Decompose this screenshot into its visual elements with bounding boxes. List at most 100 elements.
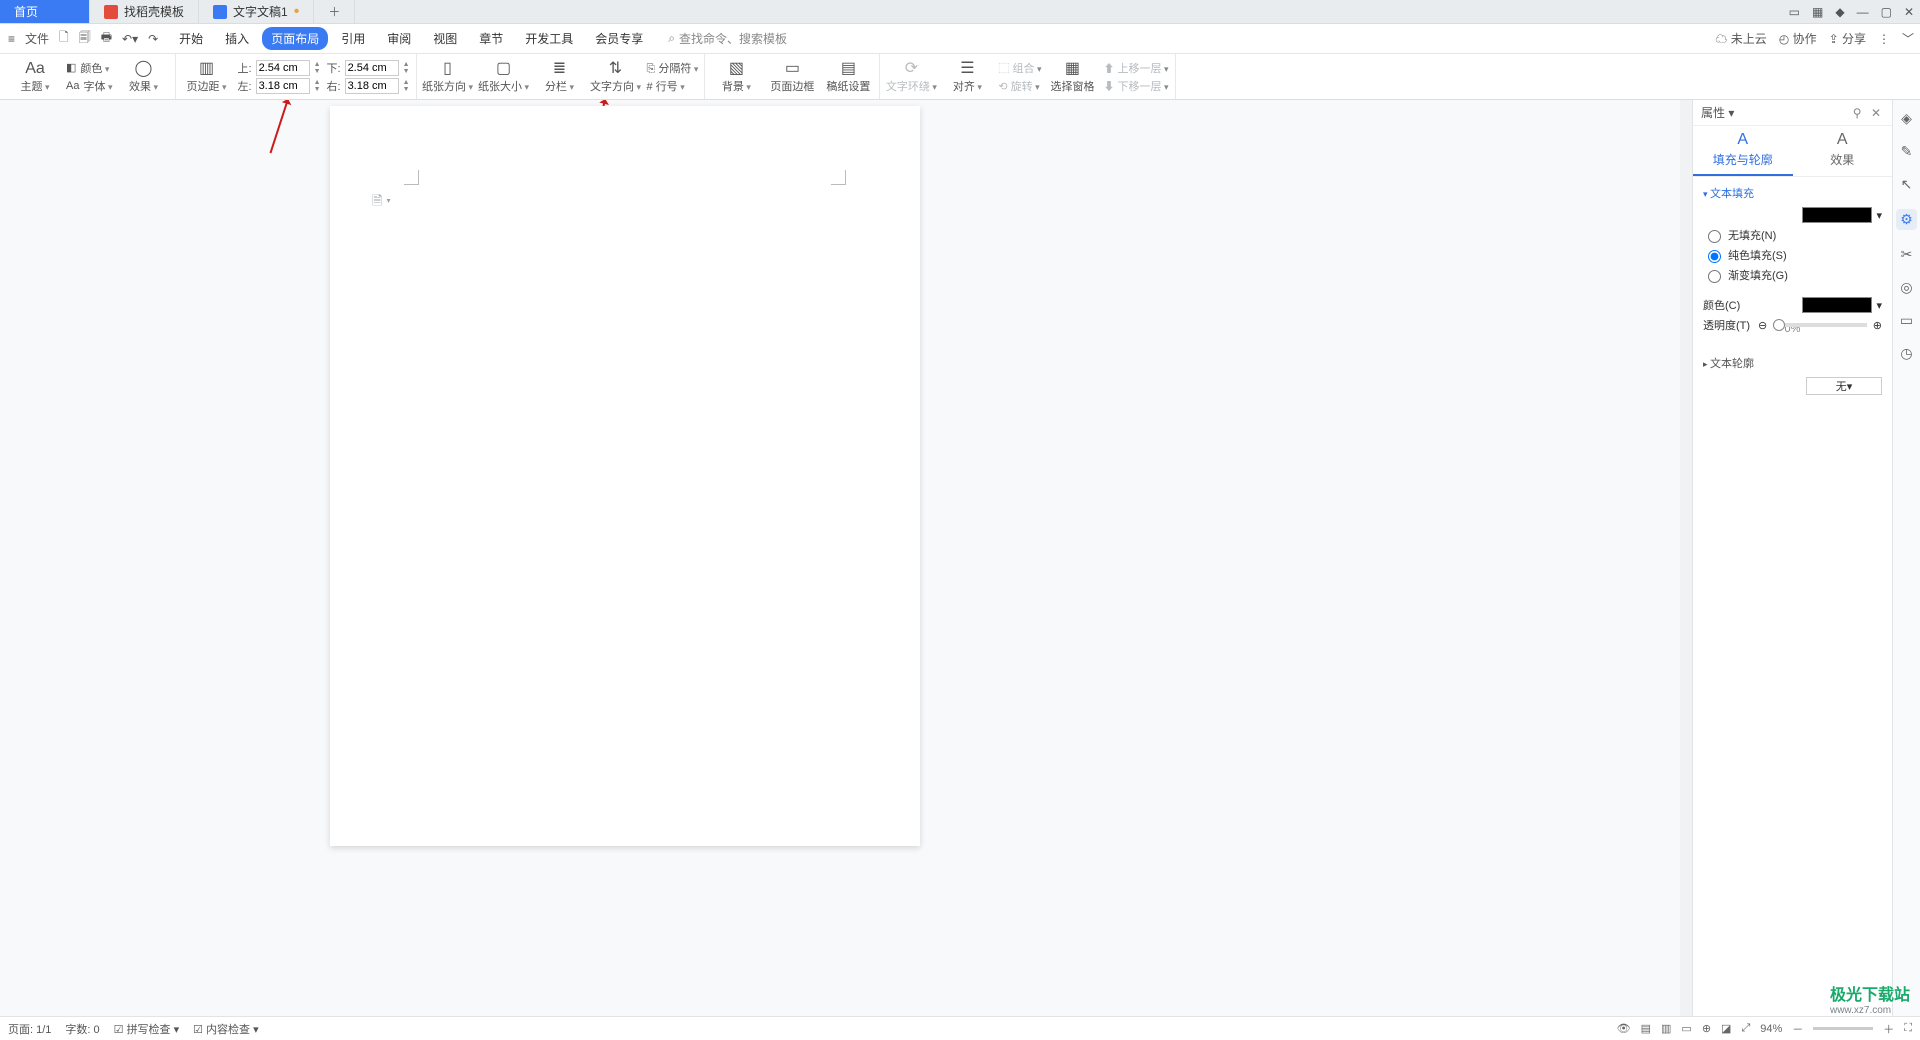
margin-right-input[interactable]: [345, 78, 399, 94]
status-page[interactable]: 页面: 1/1: [8, 1021, 51, 1037]
menu-view[interactable]: 视图: [424, 27, 466, 50]
panel-close-icon[interactable]: ✕: [1868, 106, 1884, 120]
zoom-value[interactable]: 94%: [1760, 1023, 1782, 1035]
outline-select[interactable]: 无 ▾: [1806, 377, 1882, 395]
tab-add[interactable]: ＋: [314, 0, 355, 23]
zoom-slider[interactable]: [1813, 1027, 1873, 1030]
status-words[interactable]: 字数: 0: [65, 1021, 99, 1037]
rail-clip-icon[interactable]: ✂: [1901, 246, 1913, 263]
page-border-button[interactable]: ▭页面边框: [767, 60, 817, 94]
fill-none-radio[interactable]: 无填充(N): [1703, 227, 1776, 243]
layout-icon[interactable]: ▭: [1789, 5, 1800, 19]
columns-button[interactable]: ≣分栏: [535, 60, 585, 94]
window-close[interactable]: ✕: [1904, 5, 1914, 19]
document-canvas[interactable]: 🗎 ▾: [0, 100, 1680, 1016]
file-menu[interactable]: 文件: [23, 28, 51, 49]
text-direction-button[interactable]: ⇅文字方向: [591, 60, 641, 94]
status-eye-icon[interactable]: 👁: [1617, 1022, 1631, 1035]
status-spell[interactable]: ☑ 拼写检查 ▾: [114, 1021, 180, 1037]
view-web-icon[interactable]: ⊕: [1702, 1022, 1711, 1035]
zoom-out[interactable]: －: [1792, 1021, 1803, 1037]
rail-target-icon[interactable]: ◎: [1900, 279, 1912, 296]
status-content[interactable]: ☑ 内容检查 ▾: [193, 1021, 259, 1037]
menu-ref[interactable]: 引用: [332, 27, 374, 50]
theme-button[interactable]: Aa主题: [10, 60, 60, 94]
fullscreen-icon[interactable]: ⛶: [1904, 1022, 1912, 1035]
zoom-in[interactable]: ＋: [1883, 1021, 1894, 1037]
window-maximize[interactable]: ▢: [1881, 5, 1892, 19]
line-number-button[interactable]: # 行号: [647, 78, 685, 94]
qa-redo-icon[interactable]: ↷: [146, 30, 160, 48]
fill-solid-radio[interactable]: 纯色填充(S): [1703, 247, 1787, 263]
collab-button[interactable]: 协作: [1779, 30, 1817, 47]
opacity-decrease[interactable]: ⊖: [1758, 319, 1767, 332]
cloud-status[interactable]: 未上云: [1715, 30, 1766, 47]
margin-top-input[interactable]: [256, 60, 310, 76]
view-focus-icon[interactable]: ◪: [1721, 1022, 1731, 1035]
rail-diamond-icon[interactable]: ◈: [1901, 110, 1912, 127]
align-button[interactable]: ☰对齐: [942, 60, 992, 94]
tab-document[interactable]: 文字文稿1 •: [199, 0, 314, 23]
rail-book-icon[interactable]: ▭: [1900, 312, 1913, 329]
section-text-fill[interactable]: 文本填充: [1703, 185, 1882, 201]
qa-undo-icon[interactable]: ↶▾: [120, 30, 140, 48]
orientation-button[interactable]: ▯纸张方向: [423, 60, 473, 94]
view-outline-icon[interactable]: ▥: [1661, 1022, 1671, 1035]
rail-clock-icon[interactable]: ◷: [1900, 345, 1912, 362]
genkou-button[interactable]: ▤稿纸设置: [823, 60, 873, 94]
menu-vip[interactable]: 会员专享: [586, 27, 652, 50]
color-swatch[interactable]: [1802, 297, 1872, 313]
opacity-increase[interactable]: ⊕: [1873, 319, 1882, 332]
spinner-icon[interactable]: ▲▼: [403, 79, 410, 93]
panel-tab-fill[interactable]: A填充与轮廓: [1693, 126, 1793, 176]
margin-left-input[interactable]: [256, 78, 310, 94]
menu-review[interactable]: 审阅: [378, 27, 420, 50]
skin-icon[interactable]: ◆: [1835, 5, 1844, 19]
theme-font[interactable]: Aa字体: [66, 78, 113, 94]
rail-pen-icon[interactable]: ✎: [1901, 143, 1913, 160]
spinner-icon[interactable]: ▲▼: [314, 61, 321, 75]
command-search[interactable]: 查找命令、搜索模板: [668, 30, 787, 47]
section-text-outline[interactable]: 文本轮廓: [1703, 355, 1882, 371]
menu-insert[interactable]: 插入: [216, 27, 258, 50]
qa-print-preview-icon[interactable]: 🗐: [77, 26, 93, 51]
share-button[interactable]: 分享: [1829, 30, 1866, 47]
breaks-button[interactable]: ⎘ 分隔符: [647, 60, 699, 76]
menu-dev[interactable]: 开发工具: [516, 27, 582, 50]
more-icon[interactable]: ⋮: [1878, 32, 1890, 46]
menu-icon[interactable]: ≡: [6, 30, 17, 48]
vertical-scrollbar[interactable]: [1680, 100, 1692, 1016]
opacity-slider[interactable]: [1773, 323, 1867, 327]
page[interactable]: 🗎 ▾: [330, 106, 920, 846]
view-page-icon[interactable]: ▤: [1641, 1022, 1651, 1035]
spinner-icon[interactable]: ▲▼: [314, 79, 321, 93]
pin-icon[interactable]: ⚲: [1850, 106, 1865, 120]
margin-bottom-input[interactable]: [345, 60, 399, 76]
selection-pane-button[interactable]: ▦选择窗格: [1047, 60, 1097, 94]
fill-preview-swatch[interactable]: [1802, 207, 1872, 223]
paper-size-button[interactable]: ▢纸张大小: [479, 60, 529, 94]
view-read-icon[interactable]: ▭: [1681, 1022, 1691, 1035]
theme-color[interactable]: ◧颜色: [66, 60, 113, 76]
apps-icon[interactable]: ▦: [1812, 5, 1823, 19]
menu-chapter[interactable]: 章节: [470, 27, 512, 50]
qa-save-icon[interactable]: 🗋: [57, 26, 71, 51]
zoom-fit-icon[interactable]: ⤢: [1741, 1022, 1750, 1035]
ribbon-collapse-icon[interactable]: ﹀: [1902, 30, 1914, 47]
spinner-icon[interactable]: ▲▼: [403, 61, 410, 75]
panel-tab-effect[interactable]: A效果: [1793, 126, 1893, 176]
margins-button[interactable]: ▥页边距: [182, 60, 232, 94]
tab-home[interactable]: 首页: [0, 0, 90, 23]
tab-templates[interactable]: 找稻壳模板: [90, 0, 199, 23]
rail-select-icon[interactable]: ↖: [1901, 176, 1913, 193]
window-minimize[interactable]: —: [1857, 5, 1869, 19]
paragraph-handle-icon[interactable]: 🗎 ▾: [372, 192, 391, 214]
effect-button[interactable]: ◯效果: [119, 60, 169, 94]
background-button[interactable]: ▧背景: [711, 60, 761, 94]
group-icon: ⬚: [998, 63, 1012, 75]
rail-settings-icon[interactable]: ⚙: [1896, 209, 1917, 230]
fill-gradient-radio[interactable]: 渐变填充(G): [1703, 267, 1788, 283]
menu-start[interactable]: 开始: [170, 27, 212, 50]
qa-print-icon[interactable]: 🖶: [99, 26, 114, 51]
menu-page-layout[interactable]: 页面布局: [262, 27, 328, 50]
